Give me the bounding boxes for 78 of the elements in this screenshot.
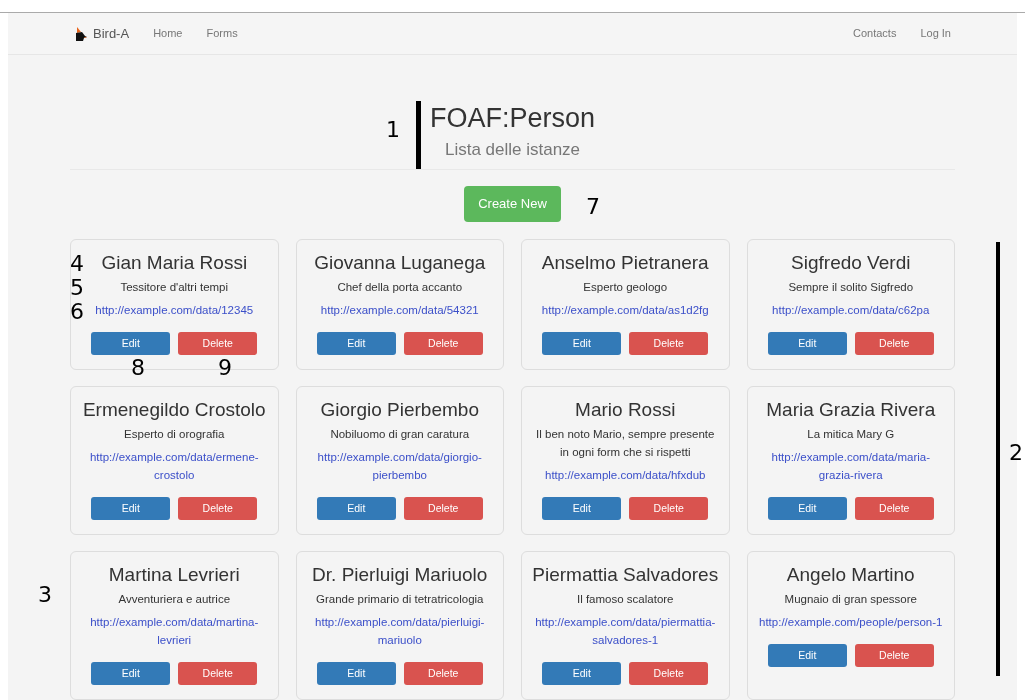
- create-new-button[interactable]: Create New: [464, 186, 561, 222]
- delete-button[interactable]: Delete: [403, 662, 483, 685]
- delete-button[interactable]: Delete: [854, 497, 934, 520]
- annotation-number: 1: [386, 117, 400, 143]
- delete-button[interactable]: Delete: [854, 332, 934, 355]
- delete-button[interactable]: Delete: [854, 644, 934, 667]
- annotation-number: 7: [586, 194, 600, 220]
- person-name: Giovanna Luganega: [314, 251, 486, 275]
- person-name: Martina Levrieri: [108, 563, 240, 587]
- edit-button[interactable]: Edit: [767, 497, 847, 520]
- edit-button[interactable]: Edit: [316, 332, 396, 355]
- person-link[interactable]: http://example.com/data/martina-levrieri: [79, 613, 270, 649]
- edit-button[interactable]: Edit: [542, 662, 622, 685]
- delete-button[interactable]: Delete: [403, 497, 483, 520]
- annotation-number: 5: [70, 275, 84, 301]
- person-description: Il famoso scalatore: [577, 592, 674, 607]
- page-subtitle: Lista delle istanze: [444, 139, 581, 161]
- person-link[interactable]: http://example.com/data/maria-grazia-rivera: [755, 448, 946, 484]
- annotation-number: 3: [38, 582, 52, 608]
- delete-button[interactable]: Delete: [178, 662, 258, 685]
- person-name: Angelo Martino: [786, 563, 915, 587]
- nav-link[interactable]: Forms: [206, 25, 238, 42]
- person-name: Gian Maria Rossi: [101, 251, 248, 275]
- delete-button[interactable]: Delete: [629, 662, 709, 685]
- edit-button[interactable]: Edit: [542, 497, 622, 520]
- delete-button[interactable]: Delete: [403, 332, 483, 355]
- person-description: Nobiluomo di gran caratura: [330, 427, 470, 442]
- person-name: Piermattia Salvadores: [532, 563, 719, 587]
- person-description: Sempre il solito Sigfredo: [788, 280, 914, 295]
- person-description: Tessitore d'altri tempi: [120, 280, 229, 295]
- person-description: Avventuriera e autrice: [118, 592, 231, 607]
- person-description: La mitica Mary G: [807, 427, 895, 442]
- edit-button[interactable]: Edit: [91, 497, 171, 520]
- person-description: Il ben noto Mario, sempre presente in ogni form che si rispetti: [535, 427, 716, 460]
- delete-button[interactable]: Delete: [629, 332, 709, 355]
- person-description: Mugnaio di gran spessore: [784, 592, 917, 607]
- person-name: Maria Grazia Rivera: [766, 398, 936, 422]
- annotation-number: 6: [70, 299, 84, 325]
- annotation-number: 9: [218, 355, 232, 381]
- person-name: Dr. Pierluigi Mariuolo: [312, 563, 488, 587]
- edit-button[interactable]: Edit: [316, 497, 396, 520]
- person-link[interactable]: http://example.com/data/ermene-crostolo: [79, 448, 270, 484]
- nav-link[interactable]: Contacts: [853, 25, 897, 42]
- edit-button[interactable]: Edit: [91, 332, 171, 355]
- person-description: Grande primario di tetratricologia: [316, 592, 484, 607]
- person-link[interactable]: http://example.com/data/54321: [304, 301, 495, 319]
- person-name: Giorgio Pierbembo: [320, 398, 479, 422]
- brand-link[interactable]: Bird-A: [74, 23, 130, 44]
- annotation-number: 2: [1009, 440, 1023, 466]
- delete-button[interactable]: Delete: [178, 332, 258, 355]
- annotation-number: 8: [131, 355, 145, 381]
- person-link[interactable]: http://example.com/data/giorgio-pierbembo: [304, 448, 495, 484]
- person-name: Anselmo Pietranera: [541, 251, 709, 275]
- edit-button[interactable]: Edit: [316, 662, 396, 685]
- person-link[interactable]: http://example.com/people/person-1: [755, 613, 946, 631]
- nav-link[interactable]: Home: [153, 25, 183, 42]
- person-description: Esperto geologo: [583, 280, 668, 295]
- person-link[interactable]: http://example.com/data/piermattia-salvadores-1: [530, 613, 721, 649]
- bird-icon: [74, 25, 88, 42]
- page-title: FOAF:Person: [429, 102, 595, 134]
- person-description: Esperto di orografia: [124, 427, 225, 442]
- person-name: Mario Rossi: [575, 398, 676, 422]
- annotation-bar: [416, 101, 421, 169]
- edit-button[interactable]: Edit: [767, 332, 847, 355]
- person-name: Ermenegildo Crostolo: [82, 398, 266, 422]
- nav-link[interactable]: Log In: [920, 25, 951, 42]
- annotation-number: 4: [70, 251, 84, 277]
- person-link[interactable]: http://example.com/data/as1d2fg: [530, 301, 721, 319]
- person-link[interactable]: http://example.com/data/hfxdub: [530, 466, 721, 484]
- delete-button[interactable]: Delete: [178, 497, 258, 520]
- person-link[interactable]: http://example.com/data/pierluigi-mariuolo: [304, 613, 495, 649]
- edit-button[interactable]: Edit: [91, 662, 171, 685]
- person-link[interactable]: http://example.com/data/c62pa: [755, 301, 946, 319]
- person-name: Sigfredo Verdi: [791, 251, 911, 275]
- person-description: Chef della porta accanto: [337, 280, 463, 295]
- edit-button[interactable]: Edit: [767, 644, 847, 667]
- edit-button[interactable]: Edit: [542, 332, 622, 355]
- delete-button[interactable]: Delete: [629, 497, 709, 520]
